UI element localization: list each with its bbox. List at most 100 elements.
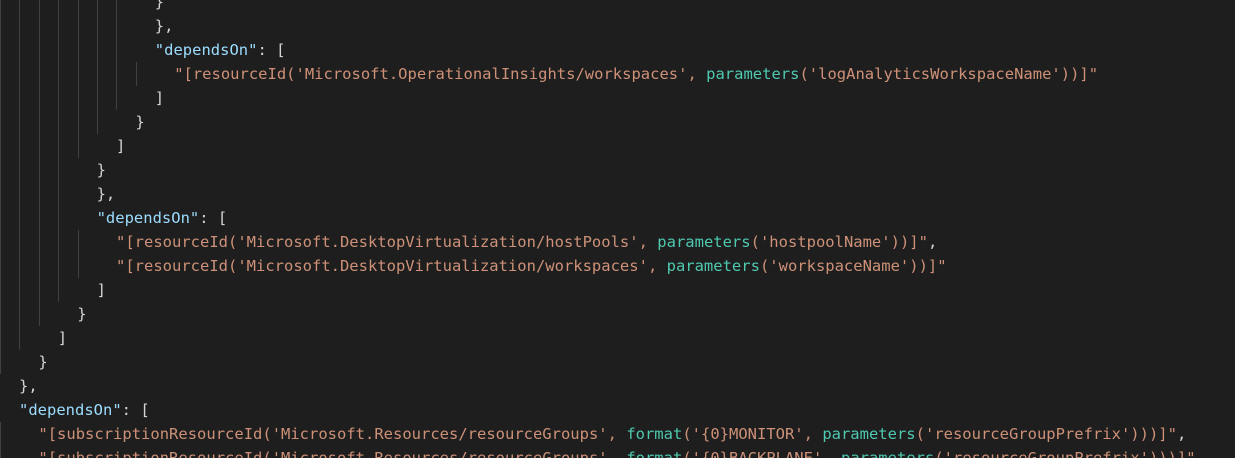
code-content: } xyxy=(155,0,164,14)
string-literal: ))]" xyxy=(890,233,928,251)
code-line[interactable]: } xyxy=(0,350,1235,374)
code-line[interactable]: }, xyxy=(0,374,1235,398)
string-literal: ( xyxy=(682,425,692,443)
indent-guide xyxy=(0,446,1,458)
code-content: } xyxy=(38,350,47,374)
punctuation: : [ xyxy=(121,401,150,419)
code-content: ] xyxy=(116,134,125,158)
string-literal: , xyxy=(607,449,627,458)
indent-guide xyxy=(58,0,60,14)
code-line[interactable]: } xyxy=(0,0,1235,14)
indent-guide xyxy=(0,230,1,254)
string-literal: 'Microsoft.DesktopVirtualization/workspa… xyxy=(237,257,648,275)
code-content: ] xyxy=(155,86,164,110)
code-content: } xyxy=(97,158,106,182)
indent-guide xyxy=(19,134,21,158)
punctuation: } xyxy=(38,353,48,371)
code-content: }, xyxy=(155,14,174,38)
indent-guide xyxy=(38,206,40,230)
indent-guide xyxy=(38,182,40,206)
code-content: "[resourceId('Microsoft.DesktopVirtualiz… xyxy=(116,230,937,254)
indent-guide xyxy=(58,254,60,278)
code-line[interactable]: "[resourceId('Microsoft.DesktopVirtualiz… xyxy=(0,254,1235,278)
indent-guide xyxy=(58,14,60,38)
string-literal: , xyxy=(822,449,841,458)
code-line[interactable]: "[resourceId('Microsoft.OperationalInsig… xyxy=(0,62,1235,86)
punctuation: , xyxy=(927,233,938,251)
code-line[interactable]: "[subscriptionResourceId('Microsoft.Reso… xyxy=(0,446,1235,458)
punctuation: }, xyxy=(154,17,174,35)
indent-guide xyxy=(77,86,79,110)
indent-guide xyxy=(0,254,1,278)
punctuation: : [ xyxy=(199,209,228,227)
code-content: ] xyxy=(58,326,67,350)
string-literal: "[subscriptionResourceId( xyxy=(38,425,272,443)
indent-guide xyxy=(116,14,118,38)
string-literal: ( xyxy=(915,425,925,443)
indent-guide xyxy=(19,326,21,350)
indent-guide xyxy=(97,0,98,14)
indent-guide xyxy=(0,302,1,326)
string-literal: '{0}MONITOR' xyxy=(691,425,804,443)
string-literal: , xyxy=(607,425,627,443)
indent-guide xyxy=(38,38,40,62)
indent-guide xyxy=(135,62,137,86)
json-key: "dependsOn" xyxy=(96,209,200,227)
code-line[interactable]: ] xyxy=(0,134,1235,158)
indent-guide xyxy=(58,230,60,254)
code-line[interactable]: } xyxy=(0,302,1235,326)
indent-guide xyxy=(38,278,40,302)
indent-guide xyxy=(77,134,79,158)
indent-guide xyxy=(116,86,118,110)
code-line[interactable]: ] xyxy=(0,278,1235,302)
indent-guide xyxy=(97,38,98,62)
code-content: } xyxy=(135,110,144,134)
indent-guide xyxy=(0,206,1,230)
indent-guide xyxy=(0,350,1,374)
indent-guide xyxy=(38,110,40,134)
string-literal: "[resourceId( xyxy=(116,233,238,251)
indent-guide xyxy=(38,158,40,182)
indent-guide xyxy=(19,302,21,326)
code-line[interactable]: "dependsOn": [ xyxy=(0,398,1235,422)
code-line[interactable]: } xyxy=(0,110,1235,134)
indent-guide xyxy=(116,0,118,14)
function-name: parameters xyxy=(666,257,760,275)
indent-guide xyxy=(38,134,40,158)
punctuation: ] xyxy=(57,329,68,347)
code-line[interactable]: ] xyxy=(0,326,1235,350)
code-line[interactable]: "[subscriptionResourceId('Microsoft.Reso… xyxy=(0,422,1235,446)
punctuation: , xyxy=(1176,425,1187,443)
indent-guide xyxy=(19,38,21,62)
indent-guide xyxy=(0,14,1,38)
punctuation: }, xyxy=(96,185,116,203)
indent-guide xyxy=(77,230,79,254)
punctuation: ] xyxy=(96,281,106,299)
code-line[interactable]: }, xyxy=(0,14,1235,38)
string-literal: ))]" xyxy=(909,257,947,275)
code-content: "dependsOn": [ xyxy=(97,206,228,230)
indent-guide xyxy=(0,326,1,350)
string-literal: )))]" xyxy=(1130,425,1177,443)
code-line[interactable]: "[resourceId('Microsoft.DesktopVirtualiz… xyxy=(0,230,1235,254)
code-editor[interactable]: }}, "dependsOn": ["[resourceId('Microsoft… xyxy=(0,0,1235,458)
code-line[interactable]: }, xyxy=(0,182,1235,206)
indent-guide xyxy=(58,38,60,62)
indent-guide xyxy=(0,182,1,206)
string-literal: 'workspaceName' xyxy=(769,257,910,275)
indent-guide xyxy=(0,62,1,86)
indent-guide xyxy=(0,0,1,14)
indent-guide xyxy=(38,230,40,254)
code-content: "[subscriptionResourceId('Microsoft.Reso… xyxy=(38,446,1195,458)
code-line[interactable]: ] xyxy=(0,86,1235,110)
string-literal: 'Microsoft.Resources/resourceGroups' xyxy=(271,425,608,443)
punctuation: ] xyxy=(154,89,165,107)
indent-guide xyxy=(19,182,21,206)
punctuation: } xyxy=(96,161,106,179)
code-line[interactable]: } xyxy=(0,158,1235,182)
code-line[interactable]: "dependsOn": [ xyxy=(0,206,1235,230)
punctuation: : [ xyxy=(257,41,286,59)
code-line[interactable]: "dependsOn": [ xyxy=(0,38,1235,62)
string-literal: ( xyxy=(750,233,760,251)
indent-guide xyxy=(19,110,21,134)
